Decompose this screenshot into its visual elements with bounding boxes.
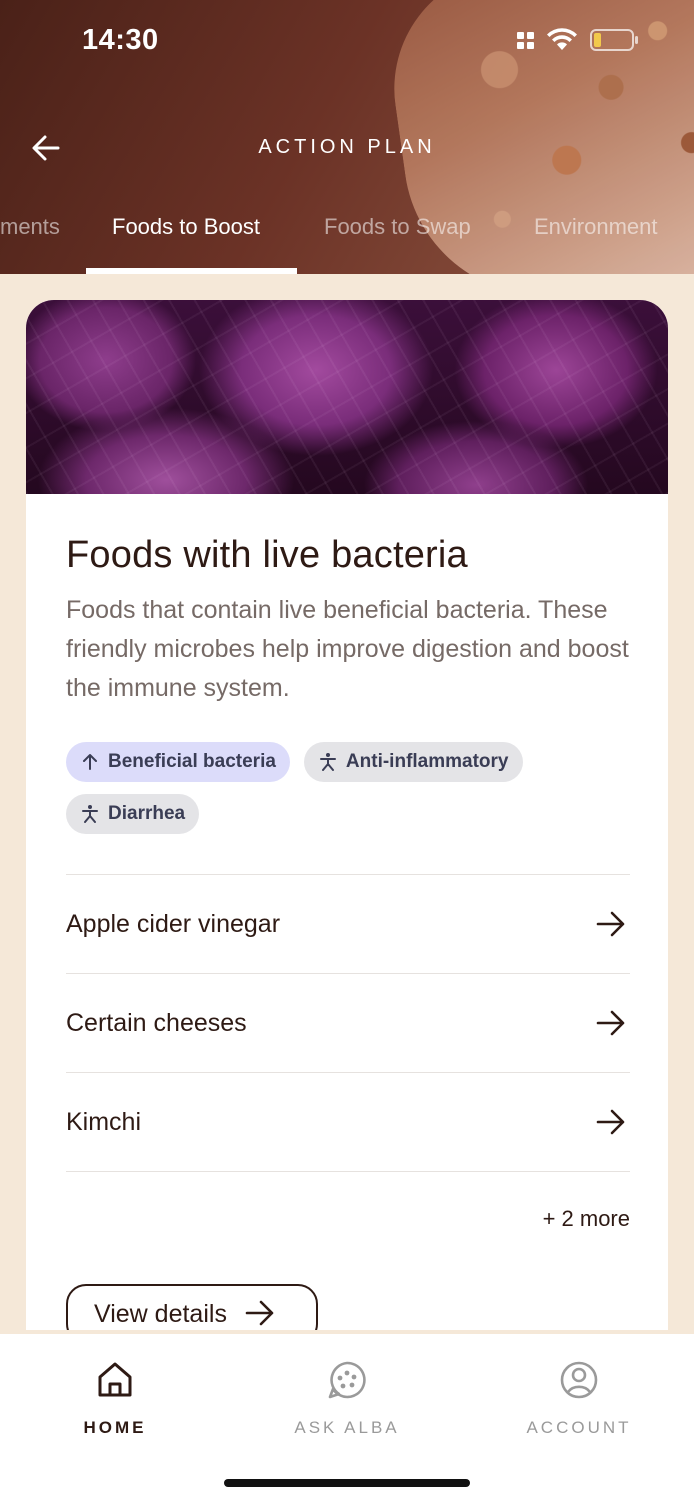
home-indicator: [224, 1479, 470, 1487]
arrow-right-icon: [245, 1300, 275, 1330]
nav-ask-alba[interactable]: ASK ALBA: [257, 1360, 437, 1438]
header: 14:30 ACTION PLAN ments Foods to Boost F…: [0, 0, 694, 274]
tag-label: Anti-inflammatory: [345, 751, 509, 772]
active-tab-indicator: [86, 268, 297, 274]
nav-account[interactable]: ACCOUNT: [489, 1360, 669, 1438]
arrow-right-icon: [596, 911, 626, 937]
arrow-right-icon: [596, 1109, 626, 1135]
red-cabbage-image: [26, 300, 668, 494]
nav-label: ACCOUNT: [526, 1418, 632, 1437]
cellular-signal-icon: [517, 31, 534, 49]
person-icon: [318, 752, 338, 772]
food-item-label: Apple cider vinegar: [66, 909, 281, 938]
tab-treatments[interactable]: ments: [0, 214, 60, 240]
food-item-apple-cider-vinegar[interactable]: Apple cider vinegar: [66, 875, 630, 974]
tag-diarrhea: Diarrhea: [66, 794, 200, 834]
home-icon: [25, 1360, 205, 1400]
food-item-kimchi[interactable]: Kimchi: [66, 1073, 630, 1172]
status-icons: [517, 28, 640, 52]
chat-icon: [257, 1360, 437, 1400]
view-details-button[interactable]: View details: [66, 1284, 318, 1330]
nav-label: HOME: [83, 1418, 147, 1437]
card-title: Foods with live bacteria: [66, 534, 468, 576]
view-details-label: View details: [94, 1300, 227, 1328]
account-icon: [489, 1360, 669, 1400]
more-foods-link[interactable]: + 2 more: [66, 1206, 630, 1232]
food-list: Apple cider vinegar Certain cheeses Kimc…: [66, 874, 630, 1172]
page-title: ACTION PLAN: [258, 136, 436, 158]
arrow-right-icon: [596, 1010, 626, 1036]
food-item-label: Certain cheeses: [66, 1008, 247, 1037]
tab-environment[interactable]: Environment: [534, 214, 658, 240]
tag-anti-inflammatory: Anti-inflammatory: [303, 742, 523, 782]
food-item-label: Kimchi: [66, 1107, 142, 1136]
tab-foods-to-boost[interactable]: Foods to Boost: [112, 214, 260, 240]
tag-label: Diarrhea: [108, 803, 186, 824]
bottom-navigation: HOME ASK ALBA ACCOUNT: [0, 1334, 694, 1500]
status-bar: 14:30: [0, 0, 694, 84]
card-body: Foods with live bacteria Foods that cont…: [66, 494, 630, 1232]
battery-icon: [590, 28, 640, 52]
card-description: Foods that contain live beneficial bacte…: [66, 596, 629, 702]
tab-bar: ments Foods to Boost Foods to Swap Envir…: [0, 208, 694, 274]
person-icon: [80, 804, 100, 824]
tag-list: Beneficial bacteria Anti-inflammatory Di…: [66, 742, 586, 834]
nav-home[interactable]: HOME: [25, 1360, 205, 1438]
arrow-up-icon: [80, 752, 100, 772]
recommendation-card: Foods with live bacteria Foods that cont…: [26, 300, 668, 1330]
tab-foods-to-swap[interactable]: Foods to Swap: [324, 214, 471, 240]
tag-label: Beneficial bacteria: [108, 751, 276, 772]
nav-label: ASK ALBA: [294, 1418, 400, 1437]
wifi-icon: [546, 28, 578, 52]
status-time: 14:30: [82, 24, 159, 56]
tag-beneficial-bacteria: Beneficial bacteria: [66, 742, 290, 782]
food-item-certain-cheeses[interactable]: Certain cheeses: [66, 974, 630, 1073]
